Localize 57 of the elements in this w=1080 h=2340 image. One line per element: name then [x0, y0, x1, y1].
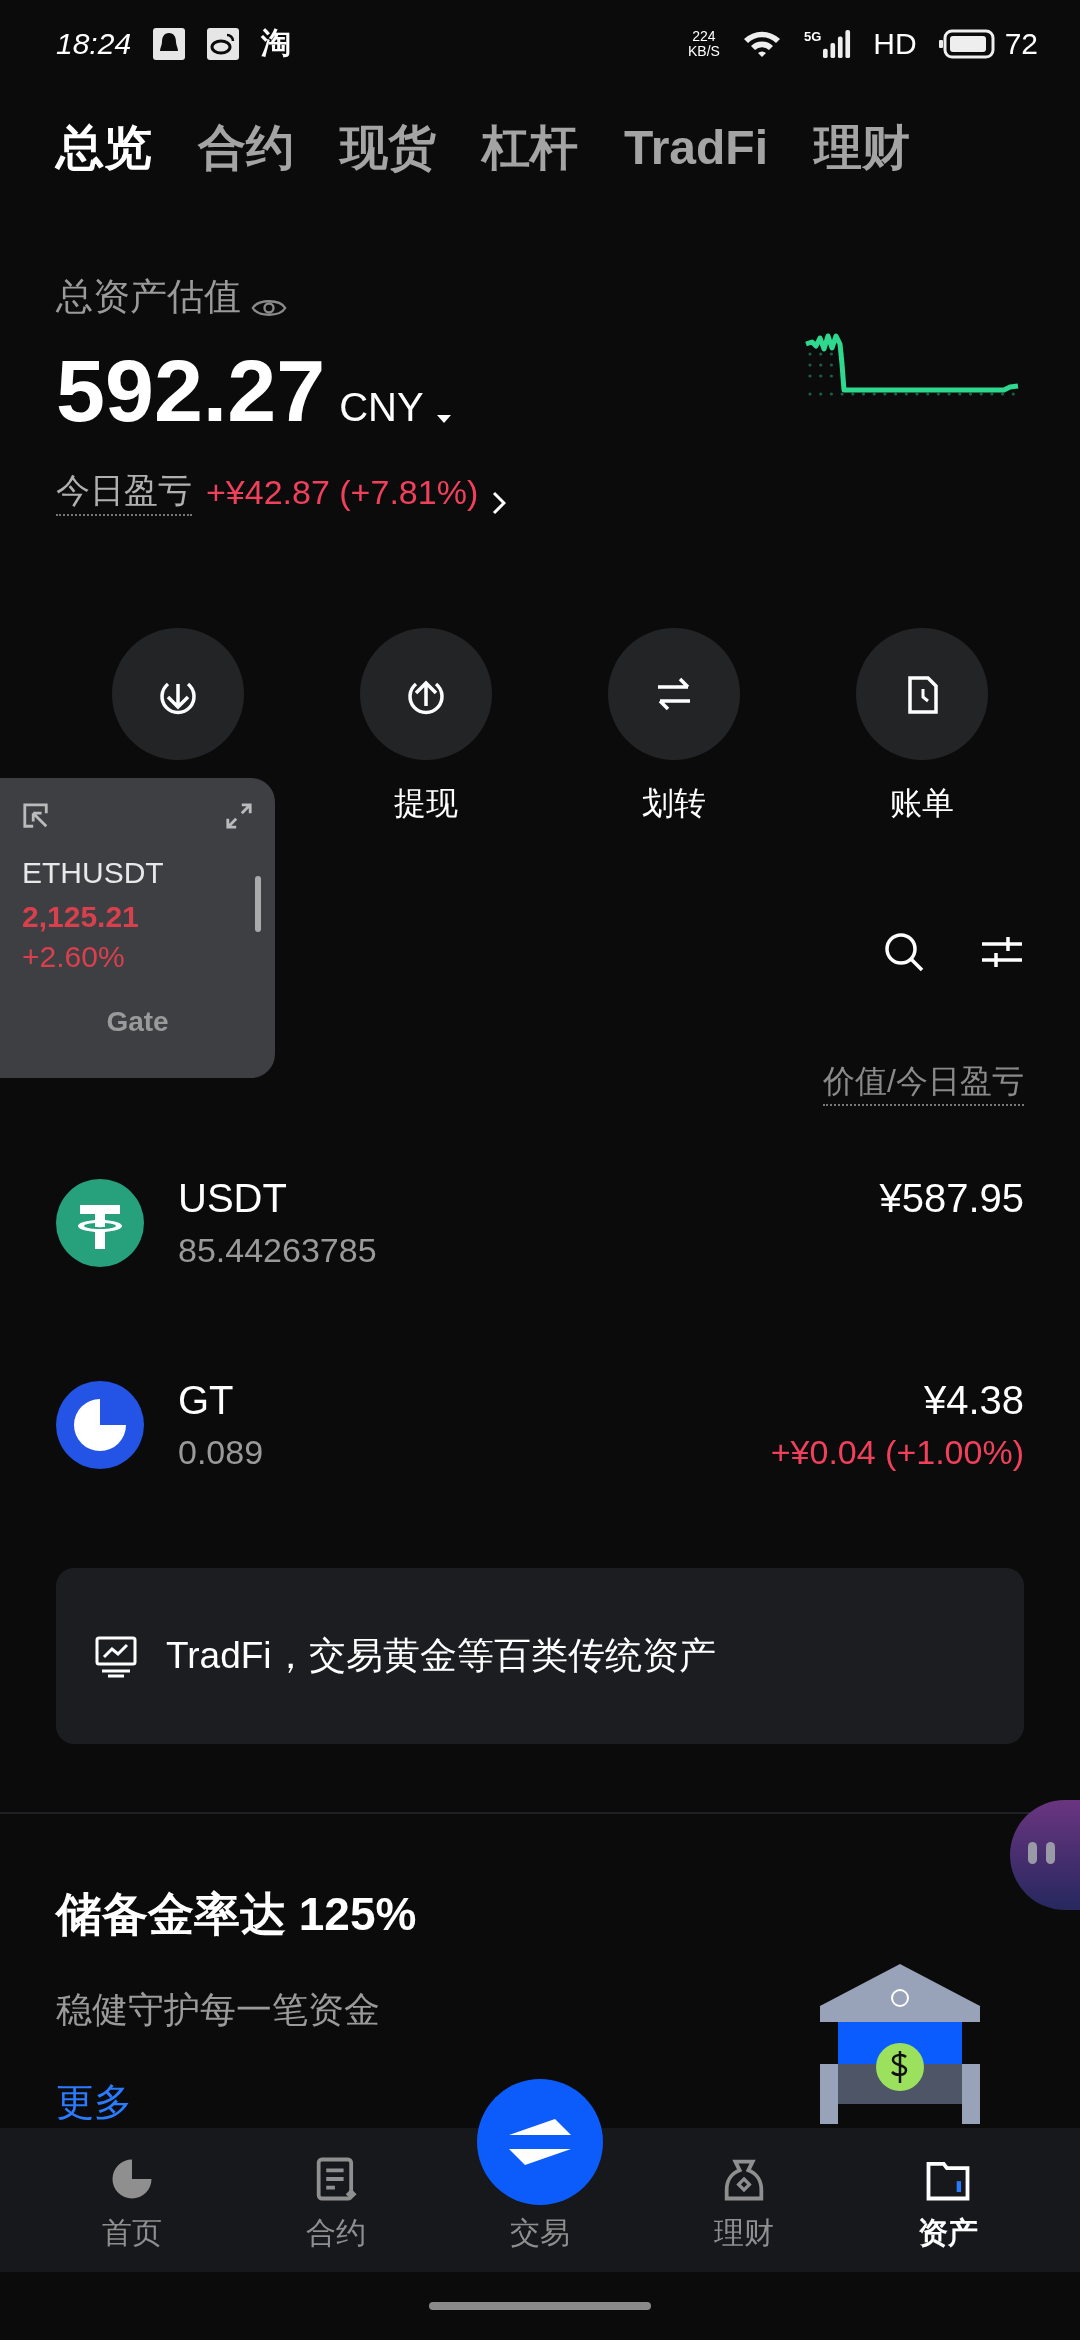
minimize-icon[interactable] — [22, 802, 50, 830]
nav-tab[interactable]: 资产 — [878, 2152, 1018, 2272]
clock: 18:24 — [56, 26, 132, 61]
chat-bubble-icon[interactable] — [1010, 1800, 1080, 1910]
ticker-change: +2.60% — [22, 940, 126, 974]
weibo-icon — [207, 27, 240, 60]
top-tab[interactable]: 合约 — [198, 115, 294, 180]
reserve-title: 储备金率达 125% — [56, 1887, 417, 1943]
nav-tab[interactable]: 合约 — [266, 2152, 406, 2272]
total-label: 总资产估值 — [56, 275, 241, 320]
currency-selector[interactable]: CNY — [339, 385, 452, 431]
nav-tab[interactable]: 首页 — [62, 2152, 202, 2272]
chevron-icon — [492, 491, 507, 516]
home-indicator[interactable] — [429, 2301, 651, 2310]
action-label: 划转 — [642, 784, 706, 824]
top-tab[interactable]: 杠杆 — [482, 115, 578, 180]
floating-ticker-window[interactable]: ETHUSDT 2,125.21 +2.60% Gate — [0, 778, 275, 1078]
top-tab[interactable]: 现货 — [340, 115, 436, 180]
network-type: 5G — [803, 28, 822, 44]
asset-row[interactable]: USDT 85.44263785 ¥587.95 — [56, 1176, 1024, 1271]
speed-unit: KB/S — [688, 43, 720, 59]
ticker-pair: ETHUSDT — [22, 856, 165, 890]
asset-pnl: +¥0.04 (+1.00%) — [770, 1433, 1024, 1473]
hd-indicator: HD — [873, 26, 917, 61]
total-amount: 592.27 — [56, 340, 326, 443]
asset-quantity: 85.44263785 — [178, 1231, 378, 1271]
top-tab[interactable]: TradFi — [624, 120, 769, 176]
asset-symbol: GT — [178, 1378, 235, 1424]
asset-quantity: 0.089 — [178, 1433, 265, 1473]
app-glyph: 淘 — [261, 25, 292, 61]
caret-icon — [435, 413, 452, 424]
signal-icon — [823, 28, 852, 59]
nav-tab[interactable]: 理财 — [674, 2152, 814, 2272]
reserve-subtitle: 稳健守护每一笔资金 — [56, 1988, 381, 2033]
asset-value: ¥587.95 — [879, 1176, 1024, 1222]
top-tab[interactable]: 理财 — [814, 115, 911, 180]
chart-monitor-icon — [94, 1634, 138, 1679]
column-header[interactable]: 价值/今日盈亏 — [823, 1060, 1024, 1107]
promo-text: TradFi，交易黄金等百类传统资产 — [166, 1634, 716, 1679]
scrollbar — [255, 876, 261, 932]
asset-row[interactable]: GT 0.089 ¥4.38 +¥0.04 (+1.00%) — [56, 1378, 1024, 1473]
battery-level: 72 — [1004, 26, 1038, 61]
pnl-link[interactable]: 今日盈亏 +¥42.87 (+7.81%) — [56, 468, 507, 517]
more-link[interactable]: 更多 — [56, 2077, 417, 2129]
coin-icon — [56, 1179, 144, 1268]
expand-icon[interactable] — [225, 802, 253, 830]
ticker-price: 2,125.21 — [22, 900, 140, 934]
top-tab[interactable]: 总览 — [56, 115, 152, 180]
action-label: 提现 — [394, 784, 458, 824]
action-label: 账单 — [890, 784, 954, 824]
asset-symbol: USDT — [178, 1176, 288, 1222]
promo-card[interactable]: TradFi，交易黄金等百类传统资产 — [56, 1568, 1024, 1745]
coin-icon — [56, 1381, 144, 1470]
speed-value: 224 — [692, 28, 716, 44]
brand-wordmark: Gate — [106, 1006, 169, 1038]
asset-value: ¥4.38 — [923, 1378, 1024, 1424]
battery-icon — [938, 28, 995, 59]
